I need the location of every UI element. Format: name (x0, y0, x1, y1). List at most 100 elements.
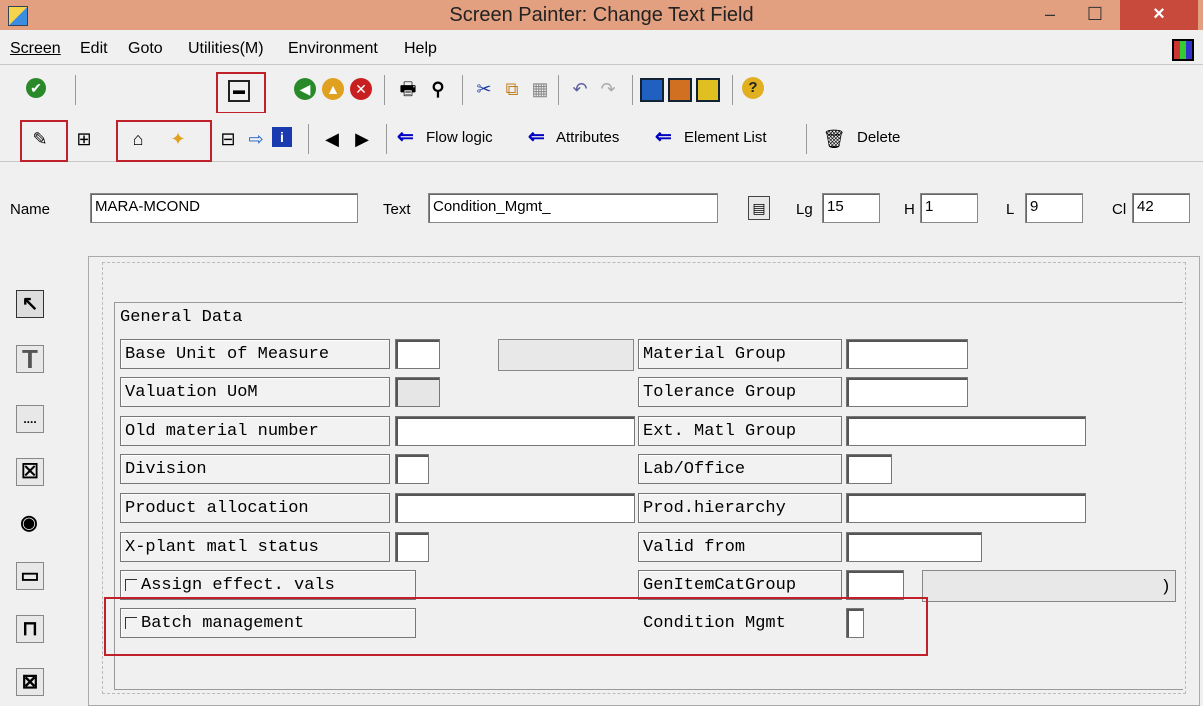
field-product-allocation[interactable] (395, 493, 635, 523)
text-label: Text (383, 201, 411, 218)
print-icon[interactable]: 🖶 (396, 77, 420, 101)
label-lab-office[interactable]: Lab/Office (638, 454, 842, 484)
menu-utilities[interactable]: Utilities(M) (188, 40, 264, 58)
undo-icon[interactable]: ↶ (568, 77, 592, 101)
element-list-arrow-icon: ⇐ (655, 126, 672, 148)
name-field[interactable]: MARA-MCOND (90, 193, 358, 223)
toolbar-separator (732, 75, 733, 105)
cl-label: Cl (1112, 201, 1127, 218)
label-prod-hierarchy[interactable]: Prod.hierarchy (638, 493, 842, 523)
menu-goto[interactable]: Goto (128, 40, 163, 58)
input-field-tool-icon[interactable]: .... (16, 405, 44, 433)
redo-icon[interactable]: ↷ (596, 77, 620, 101)
h-field[interactable]: 1 (920, 193, 978, 223)
menu-environment[interactable]: Environment (288, 40, 378, 58)
pushbutton-tool-icon[interactable]: ▭ (16, 562, 44, 590)
label-x-plant-status[interactable]: X-plant matl status (120, 532, 390, 562)
help-icon[interactable]: ? (742, 77, 764, 99)
field-gen-item-cat-group[interactable] (846, 570, 904, 600)
field-tolerance-group[interactable] (846, 377, 968, 407)
field-lab-office[interactable] (846, 454, 892, 484)
shortcut-icon[interactable] (668, 78, 692, 102)
checkbox-tool-icon[interactable]: ☒ (16, 458, 44, 486)
window-icon[interactable]: ⊟ (216, 127, 240, 151)
label-base-unit[interactable]: Base Unit of Measure (120, 339, 390, 369)
field-material-group[interactable] (846, 339, 968, 369)
tabstrip-tool-icon[interactable]: ⊓ (16, 615, 44, 643)
trash-icon[interactable]: 🗑 (822, 127, 846, 151)
toolbar-separator (462, 75, 463, 105)
checkbox-assign-effect-vals[interactable]: Assign effect. vals (120, 570, 416, 600)
back-icon[interactable]: ◀ (294, 78, 316, 100)
label-product-allocation[interactable]: Product allocation (120, 493, 390, 523)
enter-icon[interactable]: ✔ (26, 78, 46, 98)
next-icon[interactable]: ▶ (350, 127, 374, 151)
maximize-button[interactable]: ☐ (1075, 0, 1115, 30)
label-valid-from[interactable]: Valid from (638, 532, 842, 562)
field-division[interactable] (395, 454, 429, 484)
radio-button-tool-icon[interactable]: ◉ (16, 510, 42, 536)
label-old-material-number[interactable]: Old material number (120, 416, 390, 446)
dictionary-icon[interactable]: ▤ (748, 196, 770, 220)
toolbar-separator (386, 124, 387, 154)
lg-field[interactable]: 15 (822, 193, 880, 223)
move-icon[interactable]: ⇨ (244, 127, 268, 151)
info-icon[interactable]: i (272, 127, 292, 147)
field-valid-from[interactable] (846, 532, 982, 562)
window-title: Screen Painter: Change Text Field (449, 4, 754, 26)
field-ext-matl-group[interactable] (846, 416, 1086, 446)
l-field[interactable]: 9 (1025, 193, 1083, 223)
cut-icon[interactable]: ✂ (472, 77, 496, 101)
dict-fields-icon[interactable]: ⌂ (126, 127, 150, 151)
label-gen-item-cat-group[interactable]: GenItemCatGroup (638, 570, 842, 600)
label-ext-matl-group[interactable]: Ext. Matl Group (638, 416, 842, 446)
menu-screen[interactable]: Screen (10, 40, 61, 58)
label-division[interactable]: Division (120, 454, 390, 484)
attributes-arrow-icon: ⇐ (528, 126, 545, 148)
field-old-material-number[interactable] (395, 416, 635, 446)
element-list-button[interactable]: Element List (684, 129, 767, 146)
previous-icon[interactable]: ◀ (320, 127, 344, 151)
toolbar-separator (632, 75, 633, 105)
new-session-icon[interactable] (640, 78, 664, 102)
menu-bar (0, 34, 1203, 65)
field-prod-hierarchy[interactable] (846, 493, 1086, 523)
paste-icon[interactable]: ▦ (528, 77, 552, 101)
text-tool-icon[interactable]: T (16, 345, 44, 373)
pointer-tool-icon[interactable]: ↖ (16, 290, 44, 318)
field-x-plant-status[interactable] (395, 532, 429, 562)
field-valuation-uom[interactable] (395, 377, 440, 407)
toolbar-separator (558, 75, 559, 105)
layout-icon[interactable]: ⊞ (72, 127, 96, 151)
flow-logic-button[interactable]: Flow logic (426, 129, 493, 146)
minimize-button[interactable]: – (1030, 0, 1070, 30)
checkbox-icon (125, 578, 137, 591)
label-valuation-uom[interactable]: Valuation UoM (120, 377, 390, 407)
attributes-button[interactable]: Attributes (556, 129, 619, 146)
copy-icon[interactable]: ⧉ (500, 77, 524, 101)
close-button[interactable]: × (1120, 0, 1198, 30)
cl-field[interactable]: 42 (1132, 193, 1190, 223)
delete-button[interactable]: Delete (857, 129, 900, 146)
cancel-icon[interactable]: ✕ (350, 78, 372, 100)
layout-menu-icon[interactable] (696, 78, 720, 102)
subscreen-tool-icon[interactable]: ⊠ (16, 668, 44, 696)
l-label: L (1006, 201, 1015, 218)
lg-label: Lg (796, 201, 813, 218)
toolbar-separator (75, 75, 76, 105)
exit-icon[interactable]: ▲ (322, 78, 344, 100)
field-base-unit[interactable] (395, 339, 440, 369)
save-icon[interactable]: ▬ (228, 80, 250, 102)
label-tolerance-group[interactable]: Tolerance Group (638, 377, 842, 407)
text-field[interactable]: Condition_Mgmt_ (428, 193, 718, 223)
pencil-icon[interactable]: ✎ (28, 127, 52, 151)
magic-wand-icon[interactable]: ✦ (166, 127, 190, 151)
find-icon[interactable]: ⚲ (426, 77, 450, 101)
gen-item-cat-text-field[interactable]: ) (922, 570, 1176, 602)
customize-layout-icon[interactable] (1172, 39, 1194, 61)
menu-help[interactable]: Help (404, 40, 437, 58)
menu-edit[interactable]: Edit (80, 40, 108, 58)
label-material-group[interactable]: Material Group (638, 339, 842, 369)
h-label: H (904, 201, 915, 218)
placeholder-box[interactable] (498, 339, 634, 371)
